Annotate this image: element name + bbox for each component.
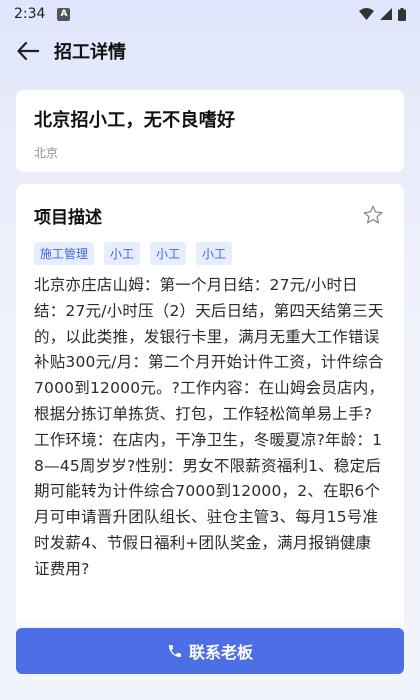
tag: 小工 bbox=[104, 242, 141, 265]
status-icons bbox=[359, 7, 406, 21]
status-bar: 2:34 A bbox=[0, 0, 420, 28]
wifi-icon bbox=[359, 8, 374, 20]
job-title: 北京招小工，无不良嗜好 bbox=[34, 110, 236, 131]
job-location: 北京 bbox=[34, 146, 59, 160]
arrow-left-icon bbox=[17, 42, 39, 60]
contact-boss-label: 联系老板 bbox=[188, 643, 253, 662]
tag-list: 施工管理 小工 小工 小工 bbox=[34, 242, 386, 265]
star-icon bbox=[363, 205, 383, 224]
favorite-button[interactable] bbox=[360, 202, 386, 228]
bottom-bar: 联系老板 bbox=[0, 620, 420, 700]
description-text: 北京亦庄店山姆：第一个月日结：27元/小时日结：27元/小时压（2）天后日结，第… bbox=[34, 276, 385, 578]
tag: 小工 bbox=[150, 242, 187, 265]
status-time: 2:34 bbox=[14, 6, 46, 22]
notification-badge-icon: A bbox=[57, 7, 71, 21]
section-title: 项目描述 bbox=[34, 207, 102, 228]
signal-icon bbox=[380, 8, 392, 20]
back-button[interactable] bbox=[4, 28, 52, 74]
job-header-card: 北京招小工，无不良嗜好 北京 bbox=[16, 90, 404, 172]
tag: 小工 bbox=[196, 242, 233, 265]
phone-icon bbox=[168, 645, 181, 657]
app-bar: 招工详情 bbox=[0, 28, 420, 74]
page-title: 招工详情 bbox=[54, 42, 126, 63]
contact-boss-button[interactable]: 联系老板 bbox=[16, 628, 404, 674]
tag: 施工管理 bbox=[34, 242, 95, 265]
section-header: 项目描述 bbox=[34, 202, 386, 228]
battery-icon bbox=[398, 7, 406, 21]
